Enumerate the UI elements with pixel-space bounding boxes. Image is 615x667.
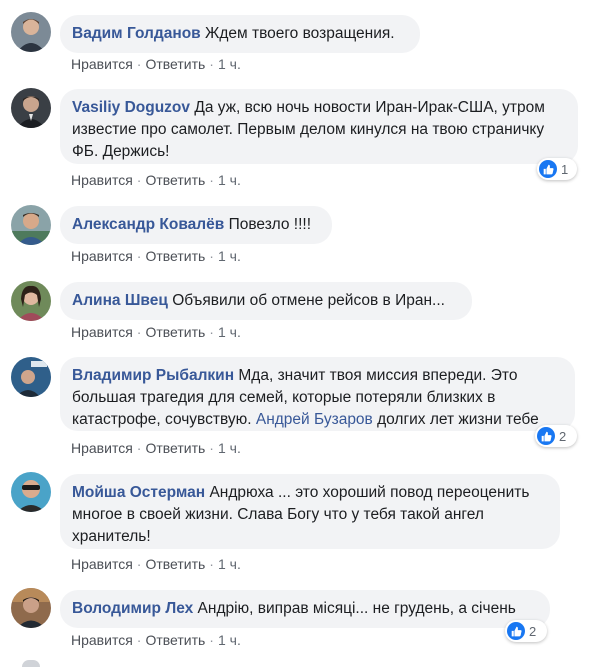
comment-actions: Нравится · Ответить · 1 ч. [71,632,241,648]
reaction-number: 2 [559,428,567,444]
separator: · [209,56,214,72]
reply-button[interactable]: Ответить [145,172,205,188]
avatar[interactable] [11,205,51,245]
like-button[interactable]: Нравится [71,556,133,572]
comment-timestamp[interactable]: 1 ч. [218,632,241,648]
separator: · [209,632,214,648]
reply-button[interactable]: Ответить [145,248,205,264]
comment-bubble: Александр Ковалёв Повезло !!!! [60,206,332,244]
comment-actions: Нравится · Ответить · 1 ч. [71,324,241,340]
like-button[interactable]: Нравится [71,632,133,648]
comment-author[interactable]: Vasiliy Doguzov [72,99,190,116]
like-button[interactable]: Нравится [71,248,133,264]
separator: · [136,324,142,340]
reaction-number: 1 [561,161,569,177]
comment-timestamp[interactable]: 1 ч. [218,556,241,572]
comment-bubble: Мойша Остерман Андрюха ... это хороший п… [60,474,560,549]
reply-button[interactable]: Ответить [145,556,205,572]
comment-timestamp[interactable]: 1 ч. [218,56,241,72]
comment-bubble: Алина Швец Объявили об отмене рейсов в И… [60,282,472,320]
reaction-number: 2 [529,623,537,639]
avatar[interactable] [11,12,51,52]
mention-link[interactable]: Андрей Бузаров [256,411,373,428]
comment-text: долгих лет жизни тебе [377,411,539,428]
reply-button[interactable]: Ответить [145,632,205,648]
comment-bubble: Владимир Рыбалкин Мда, значит твоя мисси… [60,357,575,431]
avatar[interactable] [11,357,51,397]
reply-button[interactable]: Ответить [145,440,205,456]
reaction-count[interactable]: 2 [505,620,547,642]
avatar[interactable] [11,588,51,628]
reply-button[interactable]: Ответить [145,56,205,72]
comment-actions: Нравится · Ответить · 1 ч. [71,248,241,264]
like-button[interactable]: Нравится [71,172,133,188]
like-button[interactable]: Нравится [71,440,133,456]
comment-text: Объявили об отмене рейсов в Иран... [172,292,445,309]
like-icon [537,427,555,445]
separator: · [136,556,142,572]
like-icon [507,622,525,640]
comment-timestamp[interactable]: 1 ч. [218,172,241,188]
reaction-count[interactable]: 1 [537,158,577,180]
comment-timestamp[interactable]: 1 ч. [218,324,241,340]
avatar[interactable] [11,88,51,128]
comment-bubble: Vasiliy Doguzov Да уж, всю ночь новости … [60,89,578,164]
comment-author[interactable]: Владимир Рыбалкин [72,367,234,384]
separator: · [136,440,142,456]
comment-actions: Нравится · Ответить · 1 ч. [71,440,241,456]
like-button[interactable]: Нравится [71,324,133,340]
comment-text: Ждем твоего возращения. [205,25,395,42]
separator: · [209,248,214,264]
comment-actions: Нравится · Ответить · 1 ч. [71,172,241,188]
comment-bubble: Вадим Голданов Ждем твоего возращения. [60,15,420,53]
comment-timestamp[interactable]: 1 ч. [218,248,241,264]
comment-text: Повезло !!!! [228,216,312,233]
comment-author[interactable]: Вадим Голданов [72,25,201,42]
comment-text: Андрію, виправ місяці... не грудень, а с… [197,600,516,617]
separator: · [136,632,142,648]
like-icon [539,160,557,178]
separator: · [136,172,142,188]
comment-author[interactable]: Алина Швец [72,292,168,309]
separator: · [209,556,214,572]
comment-timestamp[interactable]: 1 ч. [218,440,241,456]
separator: · [136,248,142,264]
avatar[interactable] [11,472,51,512]
reaction-count[interactable]: 2 [535,425,577,447]
like-button[interactable]: Нравится [71,56,133,72]
reply-button[interactable]: Ответить [145,324,205,340]
separator: · [209,440,214,456]
comment-actions: Нравится · Ответить · 1 ч. [71,556,241,572]
separator: · [209,172,214,188]
separator: · [209,324,214,340]
comment-bubble: Володимир Лех Андрію, виправ місяці... н… [60,590,550,628]
comment-author[interactable]: Александр Ковалёв [72,216,224,233]
comment-author[interactable]: Мойша Остерман [72,484,205,501]
separator: · [136,56,142,72]
comment-actions: Нравится · Ответить · 1 ч. [71,56,241,72]
comment-author[interactable]: Володимир Лех [72,600,193,617]
avatar[interactable] [11,281,51,321]
next-comment-avatar-stub [22,660,40,667]
